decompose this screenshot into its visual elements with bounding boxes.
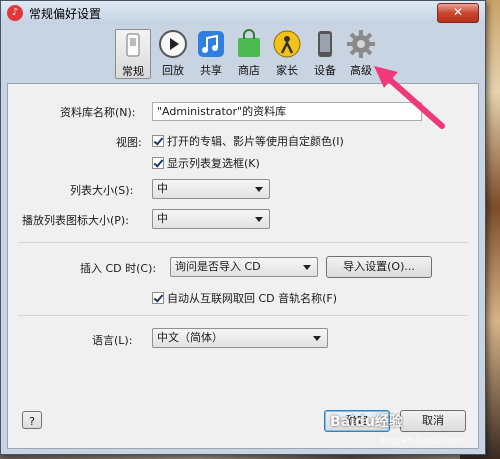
annotation-arrow [374, 66, 445, 129]
watermark-url: jingyan.baidu.com [380, 436, 464, 446]
watermark: Baidu经验 [330, 414, 403, 430]
arrow-shaft [385, 75, 445, 129]
